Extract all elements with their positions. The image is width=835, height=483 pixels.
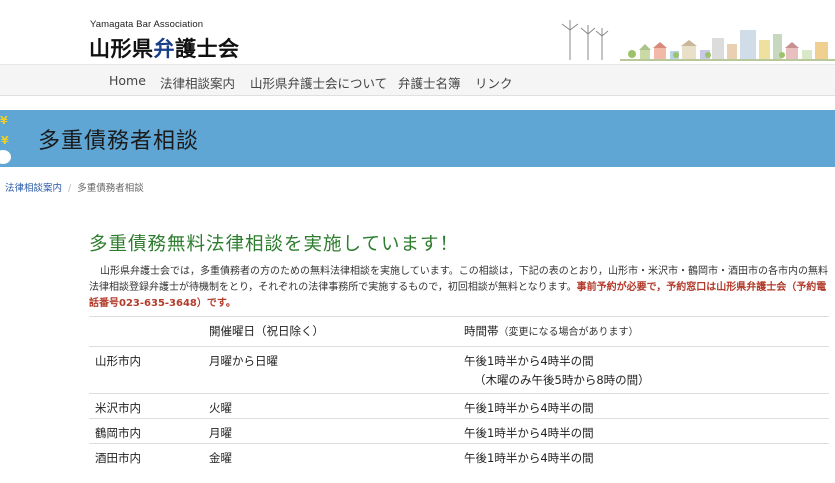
row-place: 酒田市内 <box>95 451 141 465</box>
row-days: 金曜 <box>209 451 232 465</box>
nav-item-home[interactable]: Home <box>109 73 146 88</box>
header-time-label: 時間帯 <box>464 324 499 338</box>
table-row: 酒田市内 金曜 午後1時半から4時半の間 <box>89 443 829 473</box>
houses-icon <box>639 30 828 60</box>
nav-item-about[interactable]: 山形県弁護士会について <box>250 73 387 92</box>
header-time-note: （変更になる場合があります） <box>498 327 639 338</box>
row-time: 午後1時半から4時半の間 <box>464 354 594 368</box>
table-row: 米沢市内 火曜 午後1時半から4時半の間 <box>89 393 829 418</box>
yen-coin-icon: ¥ ¥ <box>0 114 11 164</box>
content-headline: 多重債務無料法律相談を実施しています！ <box>89 234 459 255</box>
town-scenery-illustration <box>561 20 835 61</box>
header-time: 時間帯（変更になる場合があります） <box>464 323 639 339</box>
row-time: 午後1時半から4時半の間 <box>464 401 594 415</box>
table-row: 山形市内 月曜から日曜 午後1時半から4時半の間 （木曜のみ午後5時から8時の間… <box>89 346 829 393</box>
main-content: 多重債務無料法律相談を実施しています！ 山形県弁護士会では，多重債務者の方のため… <box>89 230 829 312</box>
site-title-part2: 護士会 <box>175 37 240 61</box>
page-banner: ¥ ¥ 多重債務者相談 <box>0 110 835 167</box>
breadcrumb-link-consultation[interactable]: 法律相談案内 <box>5 183 62 194</box>
nav-item-consultation[interactable]: 法律相談案内 <box>160 73 235 92</box>
breadcrumb-separator: / <box>68 183 72 194</box>
row-days: 火曜 <box>209 401 232 415</box>
page-title: 多重債務者相談 <box>38 129 200 154</box>
site-title-accent: 弁 <box>153 37 175 61</box>
site-header: Yamagata Bar Association 山形県弁護士会 <box>0 0 835 64</box>
svg-text:¥: ¥ <box>0 114 8 127</box>
intro-paragraph: 山形県弁護士会では，多重債務者の方のための無料法律相談を実施しています。この相談… <box>89 264 829 312</box>
site-title-part1: 山形県 <box>89 37 154 61</box>
row-days: 月曜から日曜 <box>209 354 278 368</box>
nav-item-links[interactable]: リンク <box>475 73 513 92</box>
svg-text:¥: ¥ <box>1 134 9 147</box>
site-title[interactable]: 山形県弁護士会 <box>89 33 240 63</box>
row-place: 鶴岡市内 <box>95 426 141 440</box>
site-subtitle: Yamagata Bar Association <box>90 19 204 30</box>
main-navbar: Home 法律相談案内 山形県弁護士会について 弁護士名簿 リンク <box>0 64 835 96</box>
windmill-icon <box>561 20 609 60</box>
nav-item-lawyer-list[interactable]: 弁護士名簿 <box>398 73 461 92</box>
schedule-table: 開催曜日（祝日除く） 時間帯（変更になる場合があります） 山形市内 月曜から日曜… <box>89 316 829 473</box>
table-row: 鶴岡市内 月曜 午後1時半から4時半の間 <box>89 418 829 443</box>
breadcrumb: 法律相談案内 / 多重債務者相談 <box>5 180 144 194</box>
header-days: 開催曜日（祝日除く） <box>209 324 324 338</box>
row-time-extra: （木曜のみ午後5時から8時の間） <box>474 373 650 387</box>
row-days: 月曜 <box>209 426 232 440</box>
table-header-row: 開催曜日（祝日除く） 時間帯（変更になる場合があります） <box>89 316 829 346</box>
breadcrumb-current: 多重債務者相談 <box>77 183 144 194</box>
row-place: 山形市内 <box>95 354 141 368</box>
row-time: 午後1時半から4時半の間 <box>464 426 594 440</box>
row-time: 午後1時半から4時半の間 <box>464 451 594 465</box>
row-place: 米沢市内 <box>95 401 141 415</box>
